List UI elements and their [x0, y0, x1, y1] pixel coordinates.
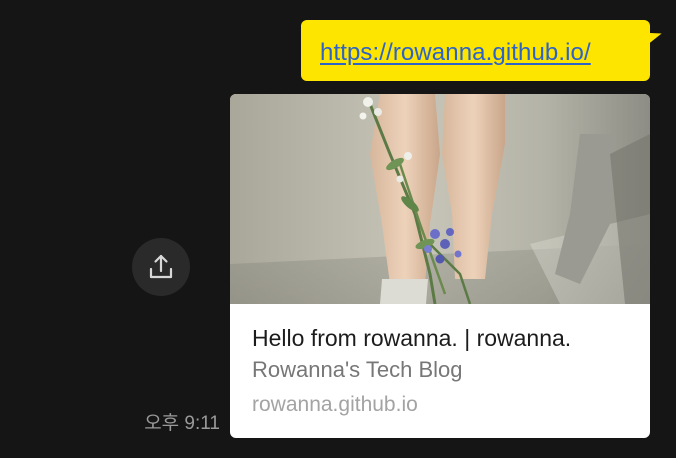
- share-button[interactable]: [132, 238, 190, 296]
- legs-with-flowers-photo-icon: [230, 94, 650, 304]
- message-link[interactable]: https://rowanna.github.io/: [320, 39, 591, 66]
- preview-domain: rowanna.github.io: [252, 393, 418, 416]
- link-preview-card[interactable]: Hello from rowanna. | rowanna. Rowanna's…: [230, 94, 650, 438]
- preview-subtitle: Rowanna's Tech Blog: [252, 357, 463, 382]
- preview-image: [230, 94, 650, 304]
- message-bubble[interactable]: https://rowanna.github.io/: [301, 20, 650, 81]
- share-upload-icon: [149, 254, 173, 279]
- preview-title: Hello from rowanna. | rowanna.: [252, 325, 572, 351]
- chat-window: https://rowanna.github.io/ Hello from ro…: [0, 0, 676, 458]
- preview-text: Hello from rowanna. | rowanna. Rowanna's…: [252, 322, 642, 420]
- message-timestamp: 오후 9:11: [144, 413, 220, 434]
